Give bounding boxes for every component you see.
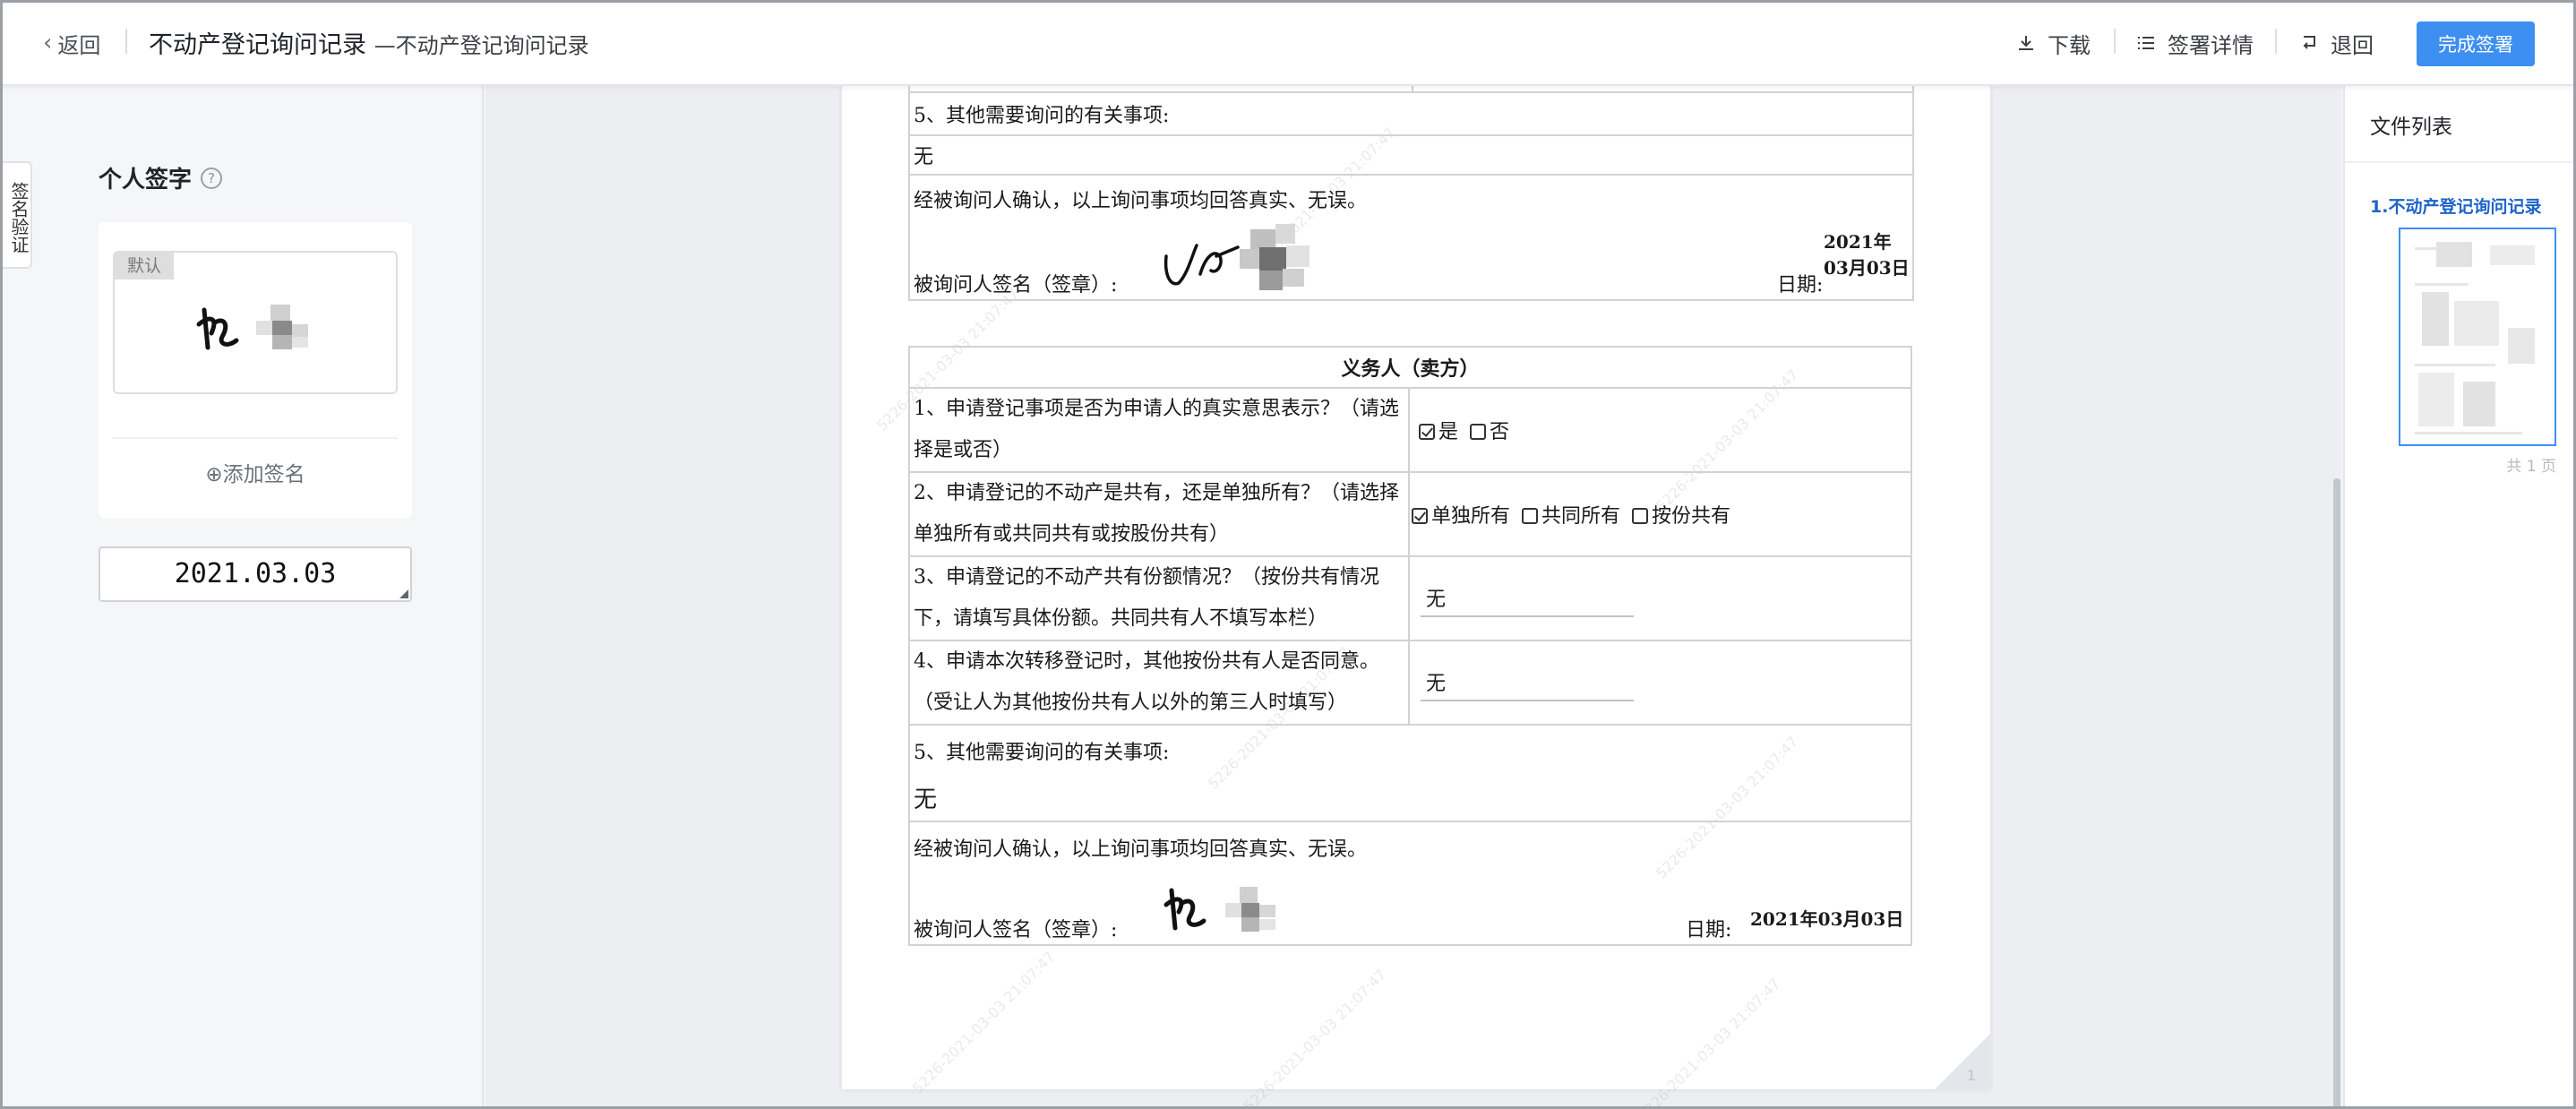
download-icon xyxy=(2019,36,2033,50)
option-share: 按份共有 xyxy=(1652,505,1731,528)
question-3: 3、申请登记的不动产共有份额情况？（按份共有情况下，请填写具体份额。共同共有人不… xyxy=(908,555,1410,641)
sign-date: 2021年03月03日 xyxy=(1824,231,1910,279)
answer-3: 无 xyxy=(1408,555,1912,641)
download-button[interactable]: 下载 xyxy=(2015,27,2091,59)
file-list-title: 文件列表 xyxy=(2370,116,2452,139)
page-count: 共 1 页 xyxy=(2506,458,2556,476)
answer-4: 无 xyxy=(1408,640,1912,726)
page-number: 1 xyxy=(1966,1067,1976,1084)
scrollbar-thumb[interactable] xyxy=(2333,478,2340,1109)
top-header: ‹ 返回 不动产登记询问记录 —不动产登记询问记录 下载 签署详情 退回 完成签… xyxy=(0,0,2576,86)
default-signature[interactable]: 默认 xyxy=(113,251,398,394)
back-button[interactable]: ‹ 返回 xyxy=(43,27,100,59)
checkbox-yes[interactable] xyxy=(1419,424,1435,440)
checkbox-joint[interactable] xyxy=(1522,508,1539,524)
signature-image xyxy=(196,305,308,350)
document-title: 不动产登记询问记录 xyxy=(149,31,366,59)
checkbox-no[interactable] xyxy=(1470,424,1487,440)
help-icon[interactable]: ? xyxy=(201,167,223,189)
section-title: 义务人（卖方） xyxy=(908,346,1912,389)
return-label: 退回 xyxy=(2331,32,2374,58)
option-yes: 是 xyxy=(1438,421,1459,443)
file-list-panel: 文件列表 1.不动产登记询问记录 共 1 页 xyxy=(2343,86,2576,1109)
option-joint: 共同所有 xyxy=(1541,505,1621,528)
watermark: 5226-2021-03-03 21:07:47 xyxy=(908,948,1059,1097)
confirm-cell: 经被询问人确认，以上询问事项均回答真实、无误。 被询问人签名（签章）: 2021… xyxy=(908,174,1914,301)
list-icon xyxy=(2138,37,2154,49)
date-stamp[interactable]: 2021.03.03 xyxy=(99,546,412,602)
signature-verify-tab[interactable]: 签名验证 xyxy=(0,161,32,269)
document-viewer: 5226-2021-03-03 21:07:47 5226-2021-03-03… xyxy=(485,86,2341,1109)
panel-divider xyxy=(2345,161,2576,163)
option-no: 否 xyxy=(1490,421,1510,443)
download-label: 下载 xyxy=(2048,32,2091,58)
signer-label: 被询问人签名（签章）: xyxy=(914,274,1118,297)
action-divider xyxy=(2275,29,2277,54)
action-divider xyxy=(2114,29,2116,54)
panel-title-text: 个人签字 xyxy=(99,167,193,193)
confirm-text: 经被询问人确认，以上询问事项均回答真实、无误。 xyxy=(914,190,1368,212)
sign-details-button[interactable]: 签署详情 xyxy=(2135,27,2254,59)
date-label: 日期: xyxy=(1777,274,1824,297)
question-2: 2、申请登记的不动产是共有，还是单独所有？（请选择单独所有或共同共有或按股份共有… xyxy=(908,471,1410,557)
q5-label-2: 5、其他需要询问的有关事项: xyxy=(914,742,1170,764)
page-thumbnail[interactable] xyxy=(2399,228,2556,446)
answer-1: 是 否 xyxy=(1408,387,1912,473)
q5-answer-2: 无 xyxy=(914,787,938,813)
document-page: 5226-2021-03-03 21:07:47 5226-2021-03-03… xyxy=(842,86,1990,1109)
q5-cell: 5、其他需要询问的有关事项: 无 xyxy=(908,724,1912,822)
date-label-2: 日期: xyxy=(1686,919,1732,941)
watermark: 5226-2021-03-03 21:07:47 xyxy=(1634,975,1784,1109)
answer-2: 单独所有 共同所有 按份共有 xyxy=(1408,471,1912,557)
question-4: 4、申请本次转移登记时，其他按份共有人是否同意。（受让人为其他按份共有人以外的第… xyxy=(908,640,1410,726)
signature-card: 默认 ⊕添加签名 xyxy=(99,222,412,518)
sign-details-label: 签署详情 xyxy=(2168,32,2254,58)
chevron-left-icon: ‹ xyxy=(43,30,53,56)
q5-answer: 无 xyxy=(908,135,1914,176)
confirm-cell-2: 经被询问人确认，以上询问事项均回答真实、无误。 被询问人签名（签章）: 日期: … xyxy=(908,821,1912,946)
add-signature-button[interactable]: ⊕添加签名 xyxy=(99,457,412,487)
signer-label-2: 被询问人签名（签章）: xyxy=(914,919,1118,941)
watermark: 5226-2021-03-03 21:07:47 xyxy=(1240,966,1390,1109)
return-button[interactable]: 退回 xyxy=(2298,27,2374,59)
date-stamp-text: 2021.03.03 xyxy=(174,558,337,589)
file-item-name[interactable]: 1.不动产登记询问记录 xyxy=(2370,193,2541,218)
checkbox-sole[interactable] xyxy=(1412,508,1428,524)
answer-4-field: 无 xyxy=(1421,664,1634,701)
default-tag: 默认 xyxy=(115,253,174,279)
signature-panel: 签名验证 个人签字 ? 默认 ⊕添加签名 2021.03.03 xyxy=(0,86,484,1109)
inquiry-table-obligor: 义务人（卖方） 1、申请登记事项是否为申请人的真实意思表示？（请选择是或否） 是… xyxy=(908,346,1912,946)
handwritten-signature xyxy=(1163,224,1309,290)
handwritten-signature-2 xyxy=(1163,887,1275,932)
return-icon xyxy=(2303,36,2315,49)
option-sole: 单独所有 xyxy=(1431,505,1511,528)
finish-signing-button[interactable]: 完成签署 xyxy=(2417,21,2535,66)
question-1: 1、申请登记事项是否为申请人的真实意思表示？（请选择是或否） xyxy=(908,387,1410,473)
answer-3-field: 无 xyxy=(1421,580,1634,617)
page-title: 不动产登记询问记录 —不动产登记询问记录 xyxy=(149,25,589,60)
checkbox-share[interactable] xyxy=(1632,508,1649,524)
document-subtitle: —不动产登记询问记录 xyxy=(374,33,589,58)
header-divider xyxy=(125,29,127,54)
back-label: 返回 xyxy=(57,32,101,58)
resize-handle[interactable] xyxy=(399,589,408,598)
page-corner xyxy=(1935,1034,1990,1089)
card-divider xyxy=(113,437,398,439)
personal-signature-heading: 个人签字 ? xyxy=(99,161,223,194)
q5-label: 5、其他需要询问的有关事项: xyxy=(908,91,1914,136)
confirm-text-2: 经被询问人确认，以上询问事项均回答真实、无误。 xyxy=(914,838,1368,861)
inquiry-table-1: 5、其他需要询问的有关事项: 无 经被询问人确认，以上询问事项均回答真实、无误。… xyxy=(908,86,1914,301)
sign-date-2: 2021年03月03日 xyxy=(1750,908,1904,930)
